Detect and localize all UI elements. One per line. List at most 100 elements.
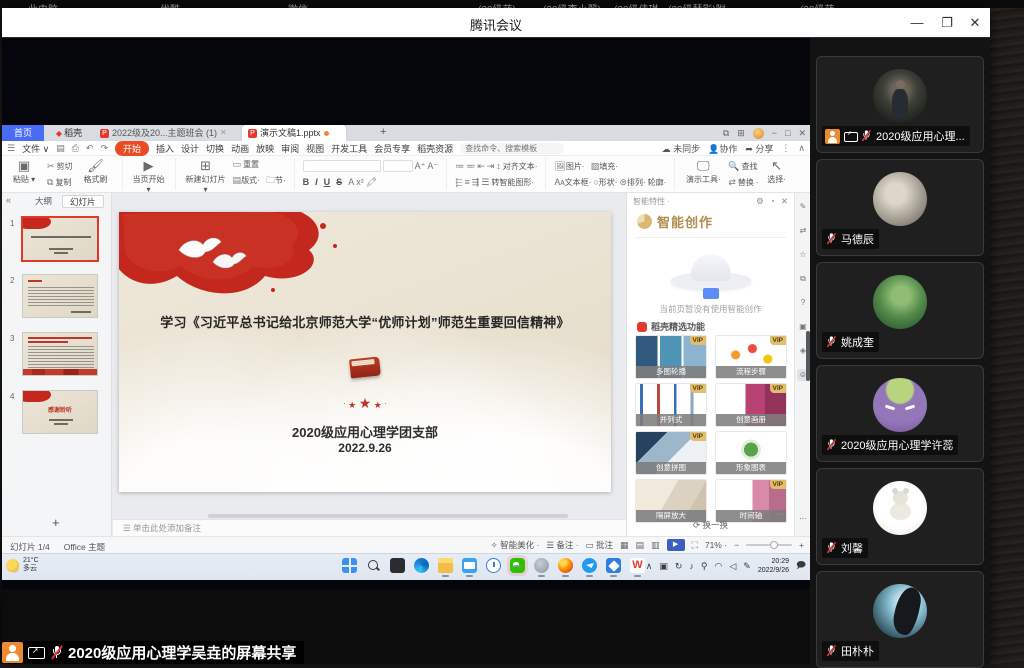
panel-collapse-icon[interactable]: « <box>6 195 11 205</box>
messenger-icon[interactable] <box>582 558 597 573</box>
wifi-icon[interactable]: ◠ <box>715 561 723 572</box>
qq-icon[interactable] <box>534 558 549 573</box>
style-icon[interactable]: ✎ <box>797 201 809 213</box>
close-button[interactable]: ✕ <box>966 14 984 32</box>
menu-devtools[interactable]: 开发工具 <box>331 142 367 155</box>
font-increase-icon[interactable]: A⁺ <box>415 161 426 172</box>
feature-card[interactable]: VIP 创意拼图 <box>635 431 707 475</box>
strip-more-icon[interactable]: ⋯ <box>797 513 809 525</box>
undo-icon[interactable]: ↶ <box>86 143 94 154</box>
share-button[interactable]: ➦ 分享 <box>745 142 773 155</box>
photos-icon[interactable] <box>606 558 621 573</box>
wps-restore-icon[interactable]: □ <box>785 128 790 138</box>
save-icon[interactable]: ▤ <box>56 143 65 154</box>
arrange-button[interactable]: ⊜排列· <box>619 177 645 188</box>
firefox-icon[interactable] <box>558 558 573 573</box>
add-slide-button[interactable]: + <box>52 515 60 530</box>
taskbar-search-icon[interactable] <box>366 558 381 573</box>
horizontal-scrollbar[interactable] <box>208 514 568 518</box>
minimize-button[interactable]: — <box>908 14 926 32</box>
wechat-icon[interactable] <box>510 558 525 573</box>
cut-button[interactable]: ✂剪切 <box>47 161 73 172</box>
line-spacing-icon[interactable]: ↕ <box>496 161 501 171</box>
pane-more-icon[interactable]: ⋯ <box>776 509 786 520</box>
file-explorer-icon[interactable] <box>438 558 453 573</box>
slide-thumbnail-3[interactable] <box>22 332 98 376</box>
presentation-tools-button[interactable]: 🖵演示工具· <box>683 158 723 190</box>
tab-slides[interactable]: 幻灯片 <box>62 195 104 208</box>
bell-icon[interactable]: ◔ <box>770 196 775 207</box>
new-tab-button[interactable]: + <box>380 126 386 138</box>
wps-home-tab[interactable]: 首页 <box>2 125 44 141</box>
reset-button[interactable]: ▭重置 <box>233 159 286 170</box>
menu-member[interactable]: 会员专享 <box>374 142 410 155</box>
effects-icon[interactable]: ☆ <box>797 249 809 261</box>
menu-design[interactable]: 设计 <box>181 142 199 155</box>
underline-button[interactable]: U <box>324 177 331 187</box>
collaborate-button[interactable]: 👤协作 <box>708 142 737 155</box>
align-text-button[interactable]: 对齐文本· <box>503 161 538 172</box>
feature-card[interactable]: VIP 多图轮播 <box>635 335 707 379</box>
split-view-icon[interactable]: ⧉ <box>723 128 729 139</box>
bullets-icon[interactable]: ≔ <box>455 161 464 172</box>
start-button[interactable] <box>342 558 357 573</box>
workspace-icon[interactable]: ⊞ <box>737 128 745 139</box>
tray-expand-icon[interactable]: ∧ <box>646 561 653 572</box>
help-icon[interactable]: ? <box>797 297 809 309</box>
layers-icon[interactable]: ⧉ <box>797 273 809 285</box>
menu-insert[interactable]: 插入 <box>156 142 174 155</box>
sorter-view-icon[interactable]: ▤ <box>636 540 645 551</box>
slideshow-play-button[interactable]: ▶ <box>667 539 685 551</box>
gear-icon[interactable]: ⚙ <box>756 196 764 207</box>
reading-view-icon[interactable]: ▥ <box>651 540 660 551</box>
beautify-button[interactable]: ✧ 智能美化 · <box>491 539 540 551</box>
zoom-level[interactable]: 71% · <box>705 540 727 550</box>
tray-mic-icon[interactable]: ♪ <box>689 561 694 571</box>
play-from-page-button[interactable]: ▶当页开始 ▾ <box>131 158 167 190</box>
wps-taskbar-icon[interactable]: W <box>630 558 645 573</box>
more-icon[interactable]: ⋮ <box>781 143 790 154</box>
outdent-icon[interactable]: ⇤ <box>477 161 485 172</box>
sync-status[interactable]: ☁ 未同步 <box>662 142 701 155</box>
replace-button[interactable]: ⇄替换· <box>728 177 758 188</box>
paste-button[interactable]: ▣粘贴 ▾ <box>6 158 42 190</box>
tab-outline[interactable]: 大纲 <box>28 195 59 208</box>
align-right-icon[interactable]: ⇶ <box>472 177 480 188</box>
feature-card[interactable]: VIP 并列式 <box>635 383 707 427</box>
section-button[interactable]: 🗀节· <box>266 173 286 189</box>
volume-icon[interactable]: ◁ <box>729 561 736 572</box>
menu-transition[interactable]: 切换 <box>206 142 224 155</box>
feature-card[interactable]: VIP 流程步骤 <box>715 335 787 379</box>
strikethrough-button[interactable]: S <box>336 177 342 187</box>
wps-close-icon[interactable]: ✕ <box>798 128 806 139</box>
align-left-icon[interactable]: ⬱ <box>455 177 462 188</box>
taskbar-clock[interactable]: 20:292022/9/26 <box>758 557 789 575</box>
layout-button[interactable]: ▤版式· <box>233 175 260 186</box>
notification-icon[interactable]: 🗩 <box>796 558 806 574</box>
participant-tile[interactable]: 刘馨 <box>816 468 984 565</box>
smart-graphic-button[interactable]: 转智能图形· <box>491 177 534 188</box>
bold-button[interactable]: B <box>303 177 310 187</box>
menu-animation[interactable]: 动画 <box>231 142 249 155</box>
menu-view[interactable]: 视图 <box>306 142 324 155</box>
tab-close-icon[interactable]: ✕ <box>220 125 227 141</box>
account-avatar[interactable] <box>753 128 764 139</box>
feature-card[interactable]: VIP 创意画册 <box>715 383 787 427</box>
menu-start[interactable]: 开始 <box>115 141 149 156</box>
feature-card[interactable]: 隔屏放大 <box>635 479 707 523</box>
highlight-icon[interactable]: 🖍 <box>366 177 377 188</box>
align-center-icon[interactable]: ≡ <box>464 177 469 187</box>
menu-review[interactable]: 审阅 <box>281 142 299 155</box>
participant-tile[interactable]: 2020级应用心理学许蕊 <box>816 365 984 462</box>
italic-button[interactable]: I <box>315 177 318 187</box>
picture-button[interactable]: 🖼图片· <box>554 161 584 172</box>
tray-sync-icon[interactable]: ↻ <box>675 561 683 572</box>
tray-shield-icon[interactable]: ▣ <box>659 561 668 572</box>
font-select[interactable] <box>303 160 381 172</box>
hamburger-icon[interactable]: ☰ <box>7 143 15 154</box>
participant-tile[interactable]: 2020级应用心理... <box>816 56 984 153</box>
command-search-input[interactable] <box>460 143 564 154</box>
collapse-ribbon-icon[interactable]: ∧ <box>798 143 805 154</box>
shape-button[interactable]: ○形状· <box>593 177 617 188</box>
textbox-button[interactable]: 🗛文本框· <box>554 177 591 188</box>
